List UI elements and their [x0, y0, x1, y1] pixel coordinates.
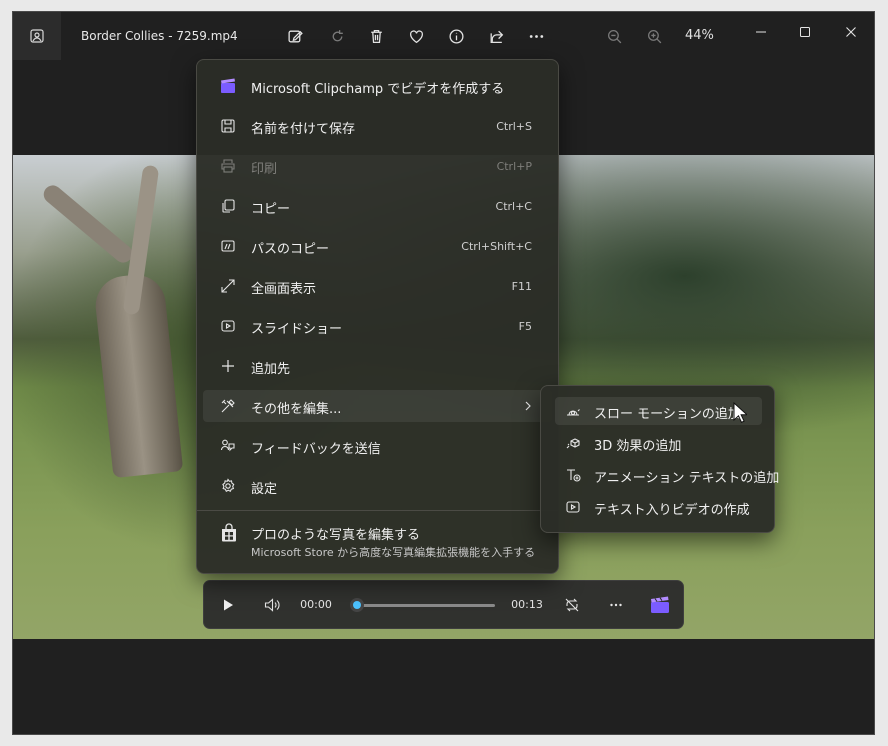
- share-button[interactable]: [484, 24, 508, 48]
- minimize-icon: [756, 31, 766, 33]
- menu-separator: [197, 510, 558, 511]
- minimize-button[interactable]: [749, 20, 773, 44]
- submenu-item-animated-text[interactable]: アニメーション テキストの追加: [555, 461, 779, 489]
- share-icon: [490, 30, 503, 43]
- zoom-in-icon: [647, 29, 661, 43]
- photos-app-icon: [30, 29, 44, 43]
- promo-title[interactable]: プロのような写真を編集する: [251, 524, 420, 543]
- maximize-icon: [800, 27, 810, 37]
- more-playback-button[interactable]: [604, 581, 628, 628]
- submenu-item-slow-motion[interactable]: スロー モーションの追加: [555, 397, 762, 425]
- zoom-out-icon: [607, 29, 621, 43]
- edit-image-icon: [287, 30, 303, 42]
- menu-item-print[interactable]: 印刷 Ctrl+P: [203, 150, 552, 182]
- favorite-button[interactable]: [404, 24, 428, 48]
- menu-item-copy-path[interactable]: パスのコピー Ctrl+Shift+C: [203, 230, 552, 262]
- menu-item-fullscreen[interactable]: 全画面表示 F11: [203, 270, 552, 302]
- duration-time: 00:13: [511, 598, 543, 611]
- gear-icon: [222, 478, 235, 492]
- repeat-off-icon: [565, 598, 579, 611]
- menu-item-settings[interactable]: 設定: [203, 470, 552, 502]
- loop-button[interactable]: [560, 581, 584, 628]
- volume-icon: [264, 597, 279, 612]
- menu-item-feedback[interactable]: フィードバックを送信: [203, 430, 552, 462]
- rotate-icon: [332, 29, 343, 41]
- zoom-out-button[interactable]: [602, 24, 626, 48]
- more-icon: [529, 34, 543, 38]
- zoom-level-readout[interactable]: 44%: [685, 28, 714, 43]
- promo-subtitle[interactable]: Microsoft Store から高度な写真編集拡張機能を入手する: [251, 544, 535, 560]
- playback-controls: 00:00 00:13: [203, 580, 684, 629]
- maximize-button[interactable]: [793, 20, 817, 44]
- add-icon: [222, 360, 234, 372]
- volume-button[interactable]: [260, 581, 284, 628]
- current-time: 00:00: [300, 598, 332, 611]
- clipchamp-button[interactable]: [648, 581, 672, 628]
- zoom-in-button[interactable]: [642, 24, 666, 48]
- close-icon: [846, 27, 856, 37]
- app-icon[interactable]: [13, 12, 61, 60]
- fullscreen-icon: [221, 279, 235, 293]
- tree-branch-graphic: [40, 181, 136, 267]
- edit-tools-icon: [221, 399, 235, 413]
- clipchamp-icon: [221, 78, 235, 93]
- info-icon: [448, 28, 464, 44]
- favorite-heart-icon: [409, 29, 423, 43]
- text-video-icon: [566, 501, 580, 513]
- more-icon: [610, 603, 622, 606]
- copy-path-icon: [221, 240, 235, 252]
- slow-motion-snail-icon: [567, 409, 580, 416]
- print-icon: [221, 159, 235, 173]
- menu-item-copy[interactable]: コピー Ctrl+C: [203, 190, 552, 222]
- submenu-item-text-video[interactable]: テキスト入りビデオの作成: [555, 493, 762, 521]
- menu-item-clipchamp[interactable]: Microsoft Clipchamp でビデオを作成する: [203, 70, 552, 102]
- menu-item-save-as[interactable]: 名前を付けて保存 Ctrl+S: [203, 110, 552, 142]
- 3d-effects-icon: [566, 438, 580, 449]
- progress-track[interactable]: [360, 604, 495, 607]
- play-icon: [224, 599, 233, 610]
- feedback-icon: [220, 439, 235, 452]
- delete-button[interactable]: [364, 24, 388, 48]
- menu-item-edit-more[interactable]: その他を編集...: [203, 390, 552, 422]
- menu-item-add-to[interactable]: 追加先: [203, 350, 552, 382]
- store-icon: [222, 523, 236, 542]
- mouse-cursor-icon: [733, 402, 747, 423]
- rotate-button[interactable]: [325, 24, 349, 48]
- clipchamp-icon: [651, 596, 669, 613]
- info-button[interactable]: [444, 24, 468, 48]
- delete-icon: [370, 29, 382, 43]
- slideshow-icon: [221, 320, 235, 332]
- play-button[interactable]: [216, 581, 240, 628]
- menu-item-slideshow[interactable]: スライドショー F5: [203, 310, 552, 342]
- submenu-item-3d-effects[interactable]: 3D 効果の追加: [555, 429, 762, 457]
- edit-image-button[interactable]: [283, 24, 307, 48]
- title-bar: Border Collies - 7259.mp4 44%: [13, 12, 874, 60]
- more-options-button[interactable]: [524, 24, 548, 48]
- chevron-right-icon: [525, 401, 531, 411]
- close-button[interactable]: [839, 20, 863, 44]
- save-icon: [221, 119, 235, 133]
- animated-text-icon: [567, 469, 581, 482]
- window-title: Border Collies - 7259.mp4: [81, 29, 238, 43]
- context-menu: Microsoft Clipchamp でビデオを作成する 名前を付けて保存 C…: [196, 59, 559, 574]
- progress-thumb[interactable]: [350, 598, 364, 612]
- copy-icon: [222, 199, 235, 213]
